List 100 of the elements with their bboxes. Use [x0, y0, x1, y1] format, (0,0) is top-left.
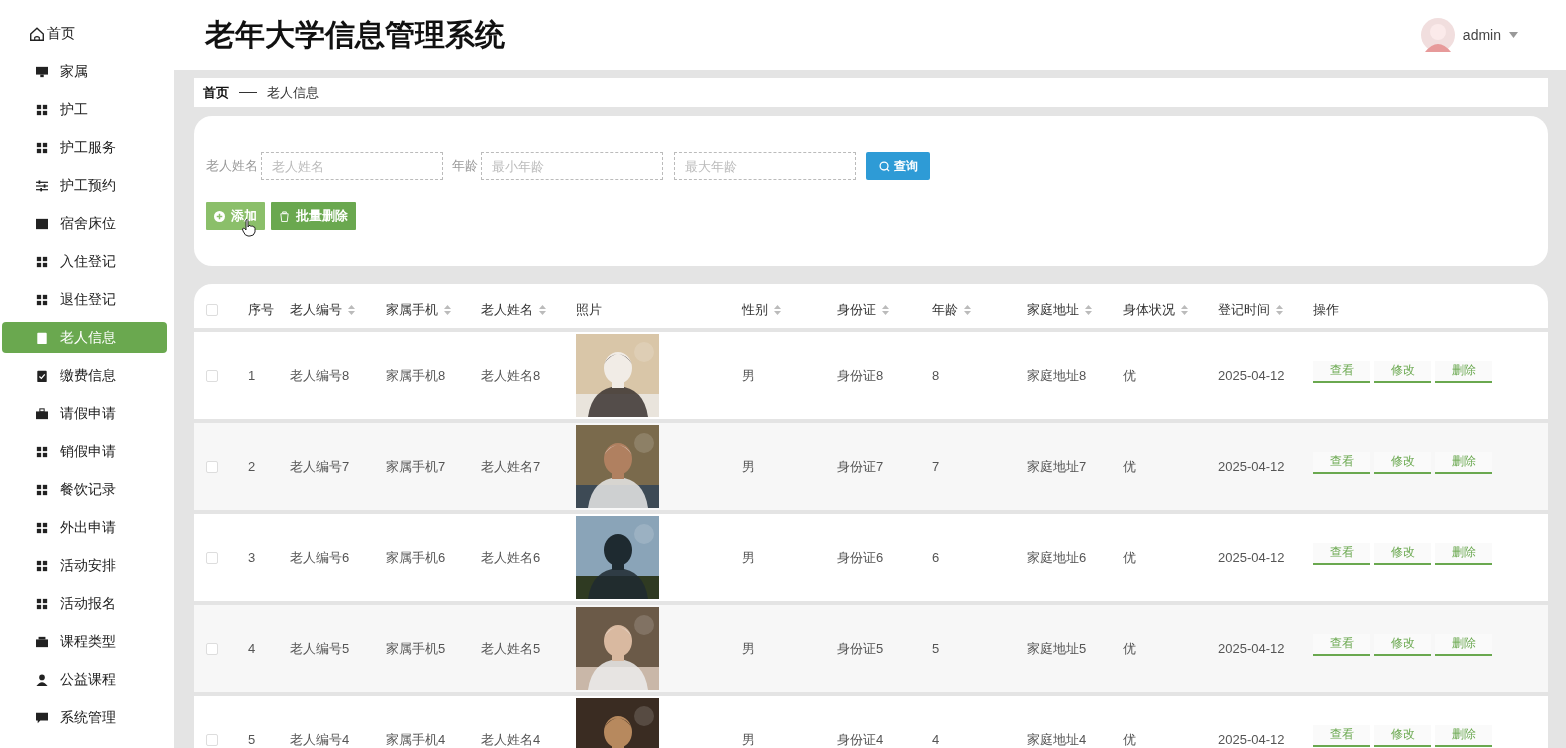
- trash-icon: [279, 210, 290, 222]
- checkbox[interactable]: [206, 642, 218, 655]
- table-cell-text: 家庭地址5: [1027, 639, 1088, 658]
- sidebar-item[interactable]: 系统管理: [2, 702, 167, 733]
- sidebar-item[interactable]: 退住登记: [2, 284, 167, 315]
- table-cell-text: 老人编号8: [290, 366, 351, 385]
- sliders-icon: [36, 179, 48, 192]
- sidebar-item[interactable]: 家属: [2, 56, 167, 87]
- grid-icon: [36, 445, 48, 458]
- table-cell-text: 老人姓名5: [481, 639, 542, 658]
- breadcrumb-link[interactable]: 首页: [203, 83, 229, 102]
- table-cell-text: 优: [1123, 548, 1137, 567]
- sidebar-item[interactable]: 首页: [2, 18, 167, 49]
- sidebar-item[interactable]: 销假申请: [2, 436, 167, 467]
- table-cell-text: 老人编号7: [290, 457, 351, 476]
- sidebar-item[interactable]: 课程类型: [2, 626, 167, 657]
- table-cell-text: 2025-04-12: [1218, 732, 1286, 747]
- search-icon: [878, 160, 890, 172]
- avatar[interactable]: [1420, 18, 1455, 52]
- app-title: 老年大学信息管理系统: [205, 16, 505, 53]
- table-cell-text: 5: [932, 641, 941, 656]
- checkbox[interactable]: [206, 460, 218, 473]
- table-cell-text: 3: [248, 550, 257, 565]
- table-cell-text: 优: [1123, 366, 1137, 385]
- clip-icon: [36, 331, 48, 344]
- table-cell-text: 优: [1123, 457, 1137, 476]
- table-cell-text: 家庭地址4: [1027, 730, 1088, 748]
- table-cell-text: 家属手机4: [386, 730, 447, 748]
- table-cell-text: 5: [248, 732, 257, 747]
- table-cell-text: 身份证5: [837, 639, 885, 658]
- grid-icon: [36, 255, 48, 268]
- column-header: 照片: [576, 301, 602, 319]
- sidebar-item[interactable]: 护工预约: [2, 170, 167, 201]
- sort-icon[interactable]: [1181, 305, 1188, 315]
- column-header: 家属手机: [386, 301, 438, 319]
- table-cell-text: 4: [248, 641, 257, 656]
- sidebar-item[interactable]: 餐饮记录: [2, 474, 167, 505]
- sidebar-item[interactable]: 宿舍床位: [2, 208, 167, 239]
- sidebar-item[interactable]: 公益课程: [2, 664, 167, 695]
- sort-icon[interactable]: [882, 305, 889, 315]
- table-cell-text: 2: [248, 459, 257, 474]
- table-cell-text: 8: [932, 368, 941, 383]
- home-icon: [29, 25, 45, 42]
- table-cell-text: 1: [248, 368, 257, 383]
- table-cell-text: 男: [742, 366, 756, 385]
- table-cell-text: 男: [742, 730, 756, 748]
- sidebar-item[interactable]: 请假申请: [2, 398, 167, 429]
- column-header: 身份证: [837, 301, 876, 319]
- table-cell-text: 身份证6: [837, 548, 885, 567]
- table-cell-text: 家属手机6: [386, 548, 447, 567]
- table-cell-text: 男: [742, 548, 756, 567]
- table-cell-text: 6: [932, 550, 941, 565]
- sort-icon[interactable]: [348, 305, 355, 315]
- table-cell-text: 2025-04-12: [1218, 459, 1286, 474]
- table-cell-text: 身份证4: [837, 730, 885, 748]
- check-icon: [36, 369, 48, 382]
- plus-circle-icon: [214, 210, 225, 222]
- table-cell-text: 家属手机8: [386, 366, 447, 385]
- table-cell-text: 家庭地址8: [1027, 366, 1088, 385]
- sidebar-item[interactable]: 护工: [2, 94, 167, 125]
- sidebar-item[interactable]: 活动安排: [2, 550, 167, 581]
- table-cell-text: 老人姓名6: [481, 548, 542, 567]
- sort-icon[interactable]: [1085, 305, 1092, 315]
- checkbox[interactable]: [206, 369, 218, 382]
- sort-icon[interactable]: [1276, 305, 1283, 315]
- grid-icon: [36, 559, 48, 572]
- sidebar-item[interactable]: 外出申请: [2, 512, 167, 543]
- table-cell-text: 2025-04-12: [1218, 368, 1286, 383]
- checkbox[interactable]: [206, 304, 218, 316]
- checkbox[interactable]: [206, 551, 218, 564]
- column-header: 家庭地址: [1027, 301, 1079, 319]
- min-age-field[interactable]: 最小年龄: [481, 152, 663, 180]
- sidebar-item[interactable]: 入住登记: [2, 246, 167, 277]
- column-header: 登记时间: [1218, 301, 1270, 319]
- field-label: 老人姓名: [206, 157, 258, 175]
- max-age-field[interactable]: 最大年龄: [674, 152, 856, 180]
- table-cell-text: 男: [742, 639, 756, 658]
- grid-icon: [36, 103, 48, 116]
- table-cell-text: 家属手机5: [386, 639, 447, 658]
- grid-icon: [36, 521, 48, 534]
- chat-icon: [36, 711, 48, 724]
- sort-icon[interactable]: [539, 305, 546, 315]
- user-name[interactable]: admin: [1462, 27, 1501, 43]
- table-cell-text: 家属手机7: [386, 457, 447, 476]
- table-cell-text: 家庭地址6: [1027, 548, 1088, 567]
- column-header: 年龄: [932, 301, 958, 319]
- sort-icon[interactable]: [774, 305, 781, 315]
- caret-icon[interactable]: [1509, 32, 1518, 38]
- sidebar-item[interactable]: 缴费信息: [2, 360, 167, 391]
- column-header: 序号: [248, 301, 274, 319]
- name-field[interactable]: 老人姓名: [261, 152, 443, 180]
- table-cell-text: 老人姓名7: [481, 457, 542, 476]
- column-header: 老人姓名: [481, 301, 533, 319]
- table-cell-text: 老人编号4: [290, 730, 351, 748]
- sidebar-item[interactable]: 活动报名: [2, 588, 167, 619]
- sidebar-item[interactable]: 护工服务: [2, 132, 167, 163]
- checkbox[interactable]: [206, 733, 218, 746]
- sort-icon[interactable]: [444, 305, 451, 315]
- grid-icon: [36, 483, 48, 496]
- sort-icon[interactable]: [964, 305, 971, 315]
